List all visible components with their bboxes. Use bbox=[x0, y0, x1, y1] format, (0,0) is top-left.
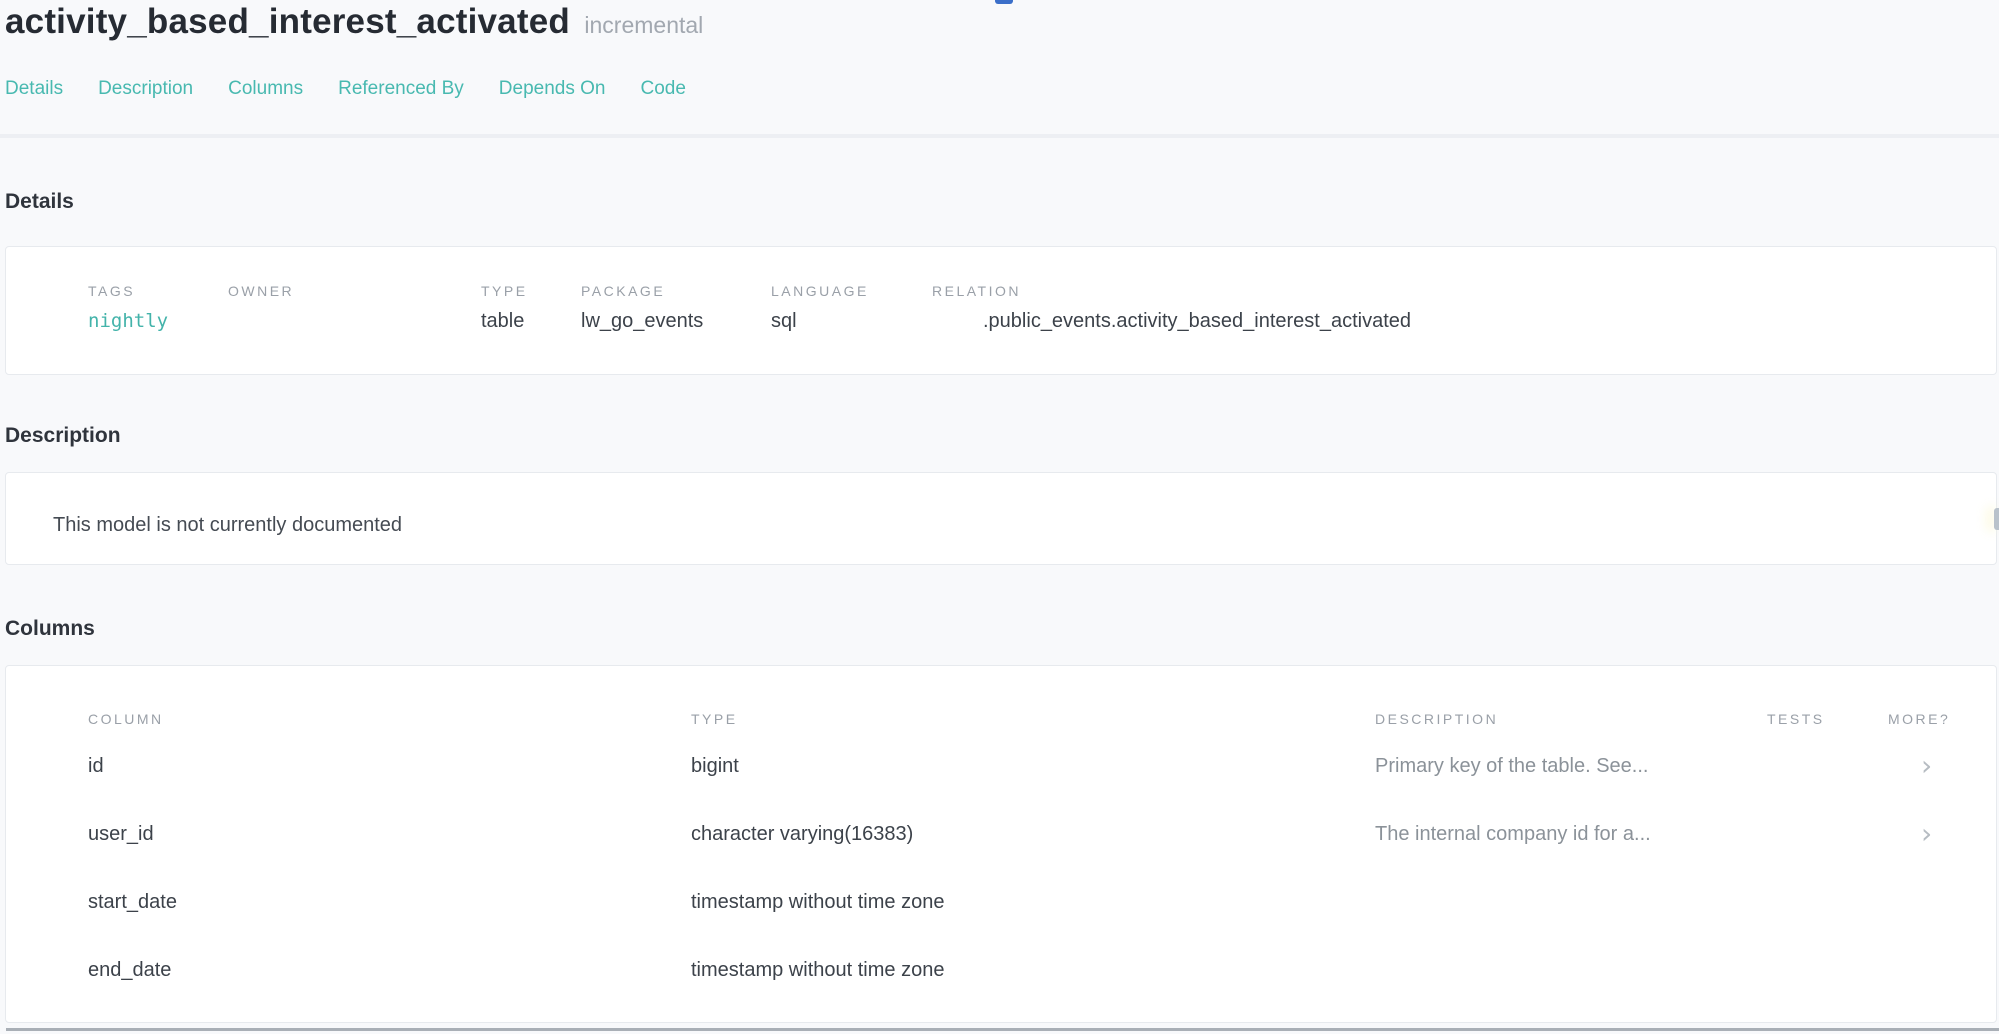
description-text: This model is not currently documented bbox=[53, 514, 1996, 537]
chevron-right-icon: › bbox=[1921, 817, 1932, 850]
description-card: This model is not currently documented bbox=[5, 472, 1997, 565]
detail-field-package: PACKAGE lw_go_events bbox=[581, 283, 703, 333]
detail-field-type: TYPE table bbox=[481, 283, 528, 333]
tag-link-nightly[interactable]: nightly bbox=[88, 310, 168, 332]
column-type: timestamp without time zone bbox=[691, 891, 1375, 914]
description-section: Description This model is not currently … bbox=[0, 422, 1999, 565]
columns-table-header: COLUMN TYPE DESCRIPTION TESTS MORE? bbox=[88, 706, 1996, 732]
header-divider bbox=[0, 134, 1999, 138]
viewport-bottom-edge bbox=[6, 1028, 1999, 1031]
section-tab-nav: Details Description Columns Referenced B… bbox=[0, 78, 1999, 100]
page-title: activity_based_interest_activated bbox=[5, 2, 570, 41]
column-name: end_date bbox=[88, 959, 691, 982]
relation-value: .public_events.activity_based_interest_a… bbox=[932, 310, 1411, 333]
tab-columns[interactable]: Columns bbox=[228, 78, 303, 100]
column-header-column: COLUMN bbox=[88, 711, 691, 727]
expand-row-button[interactable]: › bbox=[1888, 820, 1996, 849]
owner-label: OWNER bbox=[228, 283, 294, 299]
column-type: timestamp without time zone bbox=[691, 959, 1375, 982]
column-description: Primary key of the table. See... bbox=[1375, 755, 1767, 778]
detail-field-owner: OWNER bbox=[228, 283, 294, 310]
column-name: id bbox=[88, 755, 691, 778]
column-header-type: TYPE bbox=[691, 711, 1375, 727]
detail-field-relation: RELATION .public_events.activity_based_i… bbox=[932, 283, 1411, 333]
tags-label: TAGS bbox=[88, 283, 168, 299]
column-type: bigint bbox=[691, 755, 1375, 778]
tab-details[interactable]: Details bbox=[5, 78, 63, 100]
table-row-user-id[interactable]: user_id character varying(16383) The int… bbox=[88, 800, 1996, 868]
materialization-badge: incremental bbox=[584, 12, 703, 38]
columns-section: Columns COLUMN TYPE DESCRIPTION TESTS MO… bbox=[0, 615, 1999, 1023]
language-label: LANGUAGE bbox=[771, 283, 869, 299]
column-header-tests: TESTS bbox=[1767, 711, 1888, 727]
language-value: sql bbox=[771, 310, 869, 333]
clipped-link-fragment bbox=[995, 0, 1013, 4]
column-description: The internal company id for a... bbox=[1375, 823, 1767, 846]
page-edge-artifact bbox=[1994, 508, 1999, 530]
columns-table-card: COLUMN TYPE DESCRIPTION TESTS MORE? id b… bbox=[5, 665, 1997, 1023]
expand-row-button[interactable]: › bbox=[1888, 752, 1996, 781]
description-heading: Description bbox=[0, 422, 1999, 450]
details-heading: Details bbox=[0, 188, 1999, 216]
tab-code[interactable]: Code bbox=[640, 78, 685, 100]
table-row-id[interactable]: id bigint Primary key of the table. See.… bbox=[88, 732, 1996, 800]
relation-label: RELATION bbox=[932, 283, 1411, 299]
column-header-more: MORE? bbox=[1888, 711, 1996, 727]
columns-heading: Columns bbox=[0, 615, 1999, 643]
model-header: activity_based_interest_activated increm… bbox=[0, 0, 1999, 42]
column-name: user_id bbox=[88, 823, 691, 846]
details-section: Details TAGS nightly OWNER TYPE table PA… bbox=[0, 188, 1999, 375]
table-row-start-date[interactable]: start_date timestamp without time zone bbox=[88, 868, 1996, 936]
column-name: start_date bbox=[88, 891, 691, 914]
column-type: character varying(16383) bbox=[691, 823, 1375, 846]
tab-referenced-by[interactable]: Referenced By bbox=[338, 78, 464, 100]
tab-description[interactable]: Description bbox=[98, 78, 193, 100]
package-label: PACKAGE bbox=[581, 283, 703, 299]
table-row-end-date[interactable]: end_date timestamp without time zone bbox=[88, 936, 1996, 1004]
tab-depends-on[interactable]: Depends On bbox=[499, 78, 606, 100]
column-header-description: DESCRIPTION bbox=[1375, 711, 1767, 727]
type-label: TYPE bbox=[481, 283, 528, 299]
detail-field-language: LANGUAGE sql bbox=[771, 283, 869, 333]
detail-field-tags: TAGS nightly bbox=[88, 283, 168, 332]
chevron-right-icon: › bbox=[1921, 749, 1932, 782]
type-value: table bbox=[481, 310, 528, 333]
package-value: lw_go_events bbox=[581, 310, 703, 333]
details-card: TAGS nightly OWNER TYPE table PACKAGE lw… bbox=[5, 246, 1997, 375]
